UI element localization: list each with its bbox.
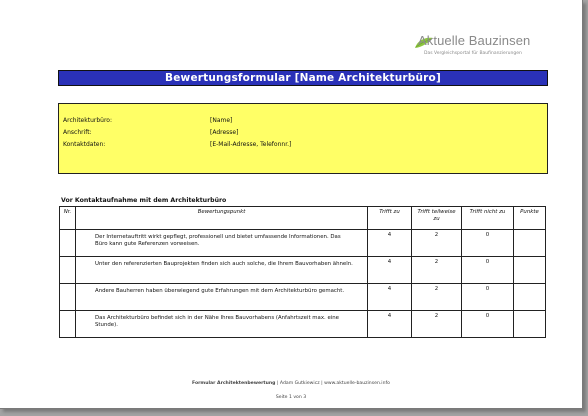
info-value-office: [Name] bbox=[210, 117, 233, 124]
header-does-not-apply: Trifft nicht zu bbox=[461, 206, 514, 230]
row-applies-score: 4 bbox=[367, 256, 412, 284]
header-criterion: Bewertungspunkt bbox=[75, 206, 368, 230]
row-points-cell[interactable] bbox=[513, 310, 546, 338]
row-applies-score: 4 bbox=[367, 229, 412, 257]
row-not-score: 0 bbox=[461, 256, 514, 284]
row-points-cell[interactable] bbox=[513, 229, 546, 257]
row-nr bbox=[59, 256, 76, 284]
table-header-row: Nr. Bewertungspunkt Trifft zu Trifft tei… bbox=[59, 206, 546, 230]
company-logo: Aktuelle Bauzinsen Das Vergleichsportal … bbox=[415, 30, 568, 62]
evaluation-table: Nr. Bewertungspunkt Trifft zu Trifft tei… bbox=[59, 206, 546, 338]
row-nr bbox=[59, 283, 76, 311]
row-not-score: 0 bbox=[461, 283, 514, 311]
table-row: Andere Bauherren haben überwiegend gute … bbox=[59, 283, 546, 311]
table-row: Der Internetauftritt wirkt gepflegt, pro… bbox=[59, 229, 546, 257]
row-points-cell[interactable] bbox=[513, 256, 546, 284]
row-criterion: Das Architekturbüro befindet sich in der… bbox=[75, 310, 368, 338]
info-label-contact: Kontaktdaten: bbox=[63, 141, 106, 148]
page-number: Seite 1 von 3 bbox=[275, 395, 307, 400]
header-applies: Trifft zu bbox=[367, 206, 412, 230]
row-criterion: Andere Bauherren haben überwiegend gute … bbox=[75, 283, 368, 311]
header-partly-applies: Trifft teilweise zu bbox=[411, 206, 462, 230]
table-row: Unter den referenzierten Bauprojekten fi… bbox=[59, 256, 546, 284]
row-not-score: 0 bbox=[461, 310, 514, 338]
footer-site[interactable]: | www.aktuelle-bauzinsen.info bbox=[321, 381, 390, 386]
row-criterion: Unter den referenzierten Bauprojekten fi… bbox=[75, 256, 368, 284]
info-value-address: [Adresse] bbox=[210, 129, 239, 136]
row-partly-score: 2 bbox=[411, 283, 462, 311]
section-title: Vor Kontaktaufnahme mit dem Architekturb… bbox=[61, 197, 227, 204]
document-page: Aktuelle Bauzinsen Das Vergleichsportal … bbox=[0, 0, 583, 409]
info-value-contact: [E-Mail-Adresse, Telefonnr.] bbox=[210, 141, 292, 148]
footer-author: | Adam Gutkiewicz bbox=[276, 381, 320, 386]
contact-info-box: Architekturbüro: [Name] Anschrift: [Adre… bbox=[58, 103, 548, 174]
table-row: Das Architekturbüro befindet sich in der… bbox=[59, 310, 546, 338]
row-nr bbox=[59, 229, 76, 257]
row-nr bbox=[59, 310, 76, 338]
row-applies-score: 4 bbox=[367, 283, 412, 311]
row-partly-score: 2 bbox=[411, 256, 462, 284]
info-label-address: Anschrift: bbox=[63, 129, 92, 136]
footer-doc-name: Formular Architektenbewertung bbox=[192, 381, 276, 386]
row-not-score: 0 bbox=[461, 229, 514, 257]
form-title: Bewertungsformular [Name Architekturbüro… bbox=[58, 70, 548, 86]
header-points: Punkte bbox=[513, 206, 546, 230]
info-label-office: Architekturbüro: bbox=[63, 117, 112, 124]
logo-name: Aktuelle Bauzinsen bbox=[418, 33, 531, 48]
row-partly-score: 2 bbox=[411, 229, 462, 257]
page-footer: Formular Architektenbewertung | Adam Gut… bbox=[0, 381, 582, 386]
header-nr: Nr. bbox=[59, 206, 76, 230]
row-applies-score: 4 bbox=[367, 310, 412, 338]
logo-tagline: Das Vergleichsportal für Baufinanzierung… bbox=[424, 51, 522, 56]
row-partly-score: 2 bbox=[411, 310, 462, 338]
row-points-cell[interactable] bbox=[513, 283, 546, 311]
row-criterion: Der Internetauftritt wirkt gepflegt, pro… bbox=[75, 229, 368, 257]
